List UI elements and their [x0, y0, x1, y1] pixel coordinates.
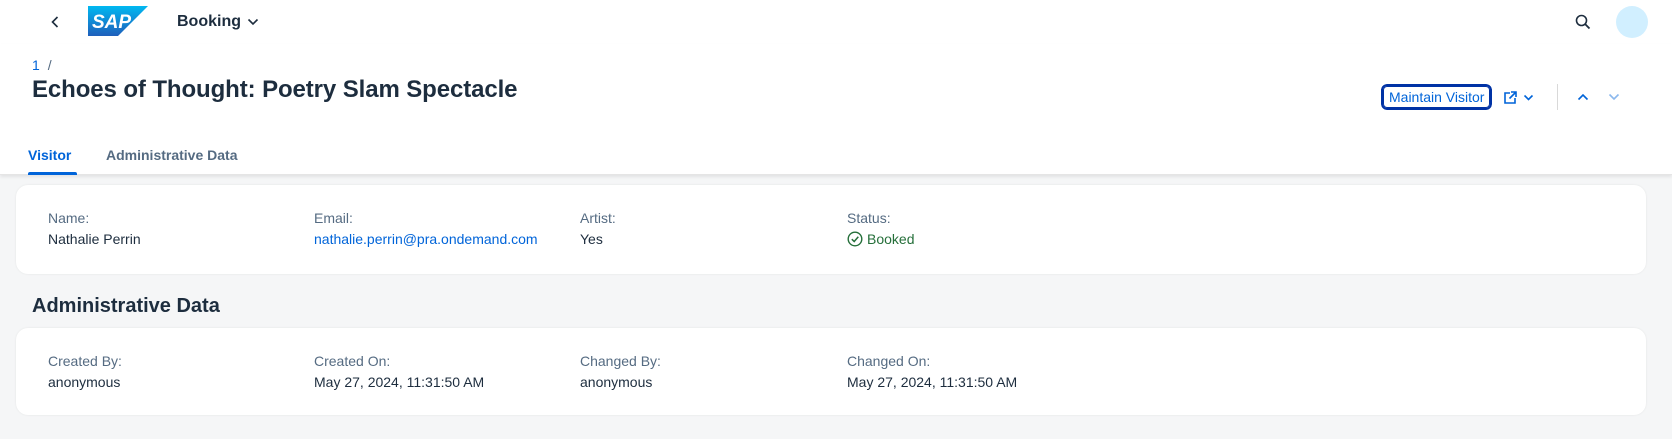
success-icon: [847, 231, 863, 247]
chevron-down-icon: [247, 18, 259, 26]
status-field: Status: Booked: [847, 210, 914, 247]
app-title-menu[interactable]: Booking: [177, 11, 259, 33]
share-icon: [1504, 91, 1517, 104]
search-button[interactable]: [1572, 11, 1594, 33]
email-field: Email: nathalie.perrin@pra.ondemand.com: [314, 210, 538, 247]
created-on-value: May 27, 2024, 11:31:50 AM: [314, 374, 485, 390]
tab-administrative-data[interactable]: Administrative Data: [106, 147, 237, 175]
email-label: Email:: [314, 210, 353, 226]
breadcrumb-link[interactable]: 1: [32, 57, 40, 73]
artist-field: Artist: Yes: [580, 210, 616, 247]
visitor-section-card: Name: Nathalie Perrin Email: nathalie.pe…: [16, 185, 1646, 274]
object-page-header: 1 / Echoes of Thought: Poetry Slam Spect…: [0, 44, 1672, 175]
chevron-down-icon: [1608, 93, 1620, 101]
chevron-up-icon: [1577, 93, 1589, 101]
email-link[interactable]: nathalie.perrin@pra.ondemand.com: [314, 231, 538, 247]
name-field: Name: Nathalie Perrin: [48, 210, 141, 247]
sap-logo[interactable]: SAP: [88, 6, 148, 36]
search-icon: [1575, 14, 1591, 30]
changed-by-value: anonymous: [580, 374, 653, 390]
created-on-field: Created On: May 27, 2024, 11:31:50 AM: [314, 353, 484, 390]
name-value: Nathalie Perrin: [48, 231, 141, 247]
app-title: Booking: [177, 13, 241, 30]
name-label: Name:: [48, 210, 90, 226]
back-icon: [51, 16, 59, 28]
created-by-field: Created By: anonymous: [48, 353, 122, 390]
artist-value: Yes: [580, 231, 603, 247]
maintain-visitor-button[interactable]: Maintain Visitor: [1379, 83, 1494, 111]
status-label: Status:: [847, 210, 891, 226]
toolbar-separator: [1557, 84, 1558, 110]
changed-on-value: May 27, 2024, 11:31:50 AM: [847, 374, 1018, 390]
page-title: Echoes of Thought: Poetry Slam Spectacle: [32, 76, 518, 103]
changed-by-label: Changed By:: [580, 353, 661, 369]
breadcrumb-separator: /: [47, 57, 52, 73]
user-avatar[interactable]: [1616, 6, 1648, 38]
status-badge: Booked: [847, 231, 914, 247]
next-item-button[interactable]: [1603, 86, 1625, 108]
created-by-value: anonymous: [48, 374, 121, 390]
created-by-label: Created By:: [48, 353, 122, 369]
sap-logo-text: SAP: [92, 12, 131, 33]
tab-visitor[interactable]: Visitor: [28, 147, 78, 175]
created-on-label: Created On:: [314, 353, 391, 369]
administrative-data-card: Created By: anonymous Created On: May 27…: [16, 328, 1646, 415]
shell-bar: SAP Booking: [0, 0, 1672, 44]
back-button[interactable]: [44, 10, 66, 34]
breadcrumb: 1 /: [32, 57, 52, 73]
previous-item-button[interactable]: [1572, 86, 1594, 108]
share-menu-button[interactable]: [1502, 85, 1534, 111]
administrative-data-heading: Administrative Data: [32, 295, 220, 317]
changed-on-label: Changed On:: [847, 353, 931, 369]
status-value: Booked: [867, 231, 915, 247]
changed-by-field: Changed By: anonymous: [580, 353, 661, 390]
artist-label: Artist:: [580, 210, 616, 226]
chevron-down-icon: [1523, 94, 1534, 101]
changed-on-field: Changed On: May 27, 2024, 11:31:50 AM: [847, 353, 1017, 390]
